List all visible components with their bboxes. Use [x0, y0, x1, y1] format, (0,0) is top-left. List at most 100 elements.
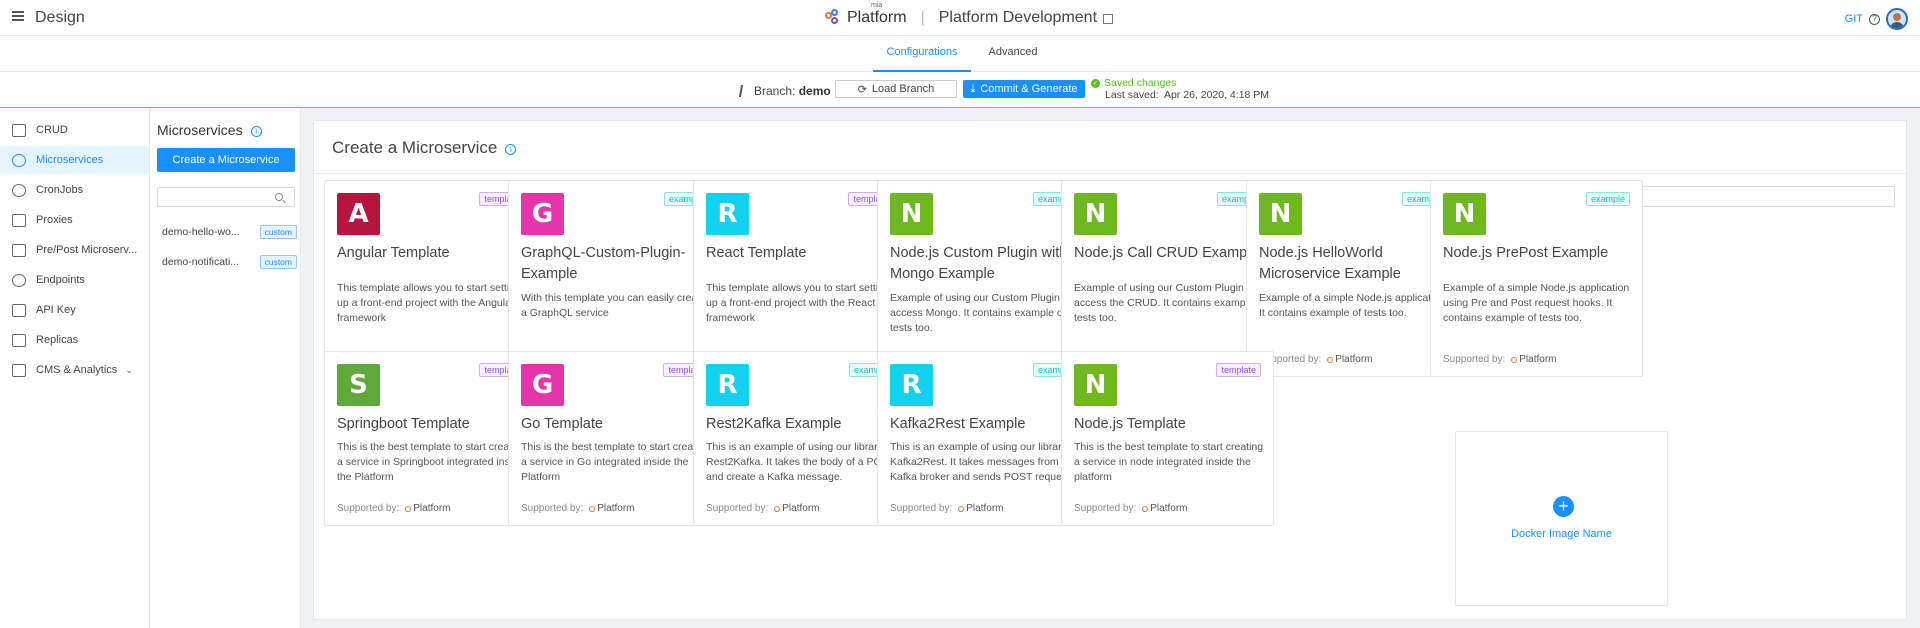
template-card[interactable]: Gexample GraphQL-Custom-Plugin-Example Wit… — [508, 180, 721, 377]
template-card[interactable]: Nexample Node.js HelloWorld Microservice … — [1246, 180, 1459, 377]
platform-logo: mia Platform | Platform Development — [825, 2, 1114, 30]
sidebar-item-label: Replicas — [36, 334, 79, 346]
page-title: Create a Microservice i — [332, 138, 517, 158]
supported-by: Supported by:Platform — [1443, 354, 1557, 365]
saved-status-text: Saved changes — [1104, 77, 1177, 89]
info-icon[interactable]: i — [250, 126, 262, 137]
supported-logo-text: Platform — [413, 503, 451, 514]
supported-logo-text: Platform — [1150, 503, 1188, 514]
service-tag: custom — [259, 225, 297, 239]
load-branch-label: Load Branch — [871, 83, 935, 95]
clock-icon — [12, 183, 26, 197]
sidebar-item-proxies[interactable]: Proxies — [0, 206, 149, 234]
template-logo: R — [706, 364, 749, 406]
sidebar-item-crud[interactable]: CRUD — [0, 116, 149, 144]
last-saved-value: Apr 26, 2020, 4:18 PM — [1163, 89, 1270, 101]
template-card[interactable]: Ntemplate Node.js Template This is the bes… — [1061, 351, 1274, 526]
download-icon: ⤓ — [970, 82, 976, 95]
template-logo: A — [337, 193, 380, 235]
template-card[interactable]: Nexample Node.js Custom Plugin with Mongo… — [877, 180, 1090, 377]
template-title: Angular Template — [337, 245, 450, 261]
external-link-icon[interactable] — [1103, 14, 1114, 24]
git-link[interactable]: GIT — [1845, 13, 1863, 25]
template-title: Node.js HelloWorld Microservice Example — [1259, 245, 1401, 282]
supported-logo-text: Platform — [782, 503, 820, 514]
platform-mini-logo: Platform — [1511, 354, 1557, 365]
endpoints-icon — [12, 273, 26, 287]
template-description: This is an example of using our library … — [706, 441, 895, 483]
create-microservice-button[interactable]: Create a Microservice — [157, 148, 295, 172]
template-title: Rest2Kafka Example — [706, 416, 842, 432]
load-branch-button[interactable]: ⟳ Load Branch — [835, 80, 957, 98]
template-card[interactable]: Rexample Kafka2Rest Example This is an exa… — [877, 351, 1090, 526]
microservices-icon — [12, 153, 26, 167]
template-card[interactable]: Rexample Rest2Kafka Example This is an exa… — [693, 351, 906, 526]
list-item[interactable]: demo-notificati... custom — [162, 253, 297, 271]
supported-logo-text: Platform — [597, 503, 635, 514]
info-icon[interactable]: i — [505, 144, 517, 155]
divider — [314, 173, 1906, 174]
branch-indicator: Branch: demo — [738, 83, 831, 98]
template-logo: N — [1259, 193, 1302, 235]
tab-advanced[interactable]: Advanced — [978, 36, 1048, 72]
copy-icon — [12, 333, 26, 347]
sidebar-item-replicas[interactable]: Replicas — [0, 326, 149, 354]
platform-mini-logo: Platform — [1327, 354, 1373, 365]
service-name: demo-hello-wo... — [162, 226, 240, 238]
help-icon[interactable]: ? — [1869, 13, 1880, 25]
sidebar-item-cronjobs[interactable]: CronJobs — [0, 176, 149, 204]
panel-title-text: Microservices — [157, 122, 243, 138]
sidebar-item-cms-analytics[interactable]: CMS & Analytics ⌄ — [0, 356, 149, 384]
template-title: GraphQL-Custom-Plugin-Example — [521, 245, 686, 282]
sidebar-item-label: CronJobs — [36, 184, 84, 196]
template-logo: S — [337, 364, 380, 406]
sidebar-item-prepost[interactable]: Pre/Post Microserv... — [0, 236, 149, 264]
docker-image-card[interactable]: + Docker Image Name — [1455, 431, 1668, 606]
platform-mini-logo: Platform — [774, 503, 820, 514]
sidebar-item-microservices[interactable]: Microservices — [0, 146, 149, 174]
project-name[interactable]: Platform Development — [939, 9, 1097, 27]
logo-text: Platform — [847, 9, 907, 26]
sidebar-item-label: CRUD — [36, 124, 68, 136]
template-description: This is the best template to start creat… — [521, 441, 711, 483]
top-header: Design mia Platform | Platform Developmen… — [0, 0, 1920, 36]
commit-generate-button[interactable]: ⤓ Commit & Generate — [963, 80, 1085, 98]
supported-by: Supported by:Platform — [1259, 354, 1373, 365]
sidebar-item-api-key[interactable]: API Key — [0, 296, 149, 324]
platform-mini-logo: Platform — [1142, 503, 1188, 514]
template-card[interactable]: Stemplate Springboot Template This is the … — [324, 351, 537, 526]
list-item[interactable]: demo-hello-wo... custom — [162, 223, 297, 241]
sidebar-item-label: Proxies — [36, 214, 73, 226]
sub-navigation: Configurations Advanced — [0, 36, 1920, 72]
supported-by: Supported by:Platform — [890, 503, 1004, 514]
template-tag: template — [1216, 363, 1261, 377]
template-card[interactable]: Atemplate Angular Template This template a… — [324, 180, 537, 377]
template-description: With this template you can easily create… — [521, 292, 707, 319]
commit-label: Commit & Generate — [980, 83, 1078, 95]
template-description: Example of using our Custom Plugin to ac… — [1074, 282, 1266, 324]
plus-icon: + — [1553, 496, 1574, 517]
template-title: Node.js PrePost Example — [1443, 245, 1609, 261]
template-card[interactable]: Gtemplate Go Template This is the best tem… — [508, 351, 721, 526]
left-sidebar: CRUD Microservices CronJobs Proxies Pre/… — [0, 108, 150, 628]
template-card[interactable]: Rtemplate React Template This template all… — [693, 180, 906, 377]
template-description: Example of a simple Node.js application.… — [1259, 292, 1449, 319]
supported-by: Supported by:Platform — [521, 503, 635, 514]
refresh-icon: ⟳ — [857, 83, 867, 96]
microservices-panel: Microservices i Create a Microservice dem… — [150, 108, 301, 628]
template-card[interactable]: Nexample Node.js Call CRUD Example Example… — [1061, 180, 1274, 377]
sidebar-item-label: CMS & Analytics — [36, 364, 118, 376]
microservice-search-input[interactable] — [157, 187, 295, 207]
cms-icon — [12, 363, 26, 377]
template-title: Node.js Custom Plugin with Mongo Example — [890, 245, 1068, 282]
template-logo: N — [1074, 193, 1117, 235]
menu-icon[interactable] — [12, 11, 24, 21]
avatar[interactable] — [1886, 8, 1908, 30]
sidebar-item-endpoints[interactable]: Endpoints — [0, 266, 149, 294]
tab-configurations[interactable]: Configurations — [873, 36, 971, 72]
supported-by-label: Supported by: — [706, 503, 769, 514]
check-icon: ✓ — [1091, 78, 1100, 88]
template-title: Node.js Template — [1074, 416, 1186, 432]
template-card[interactable]: Nexample Node.js PrePost Example Example o… — [1430, 180, 1643, 377]
template-logo: G — [521, 193, 564, 235]
